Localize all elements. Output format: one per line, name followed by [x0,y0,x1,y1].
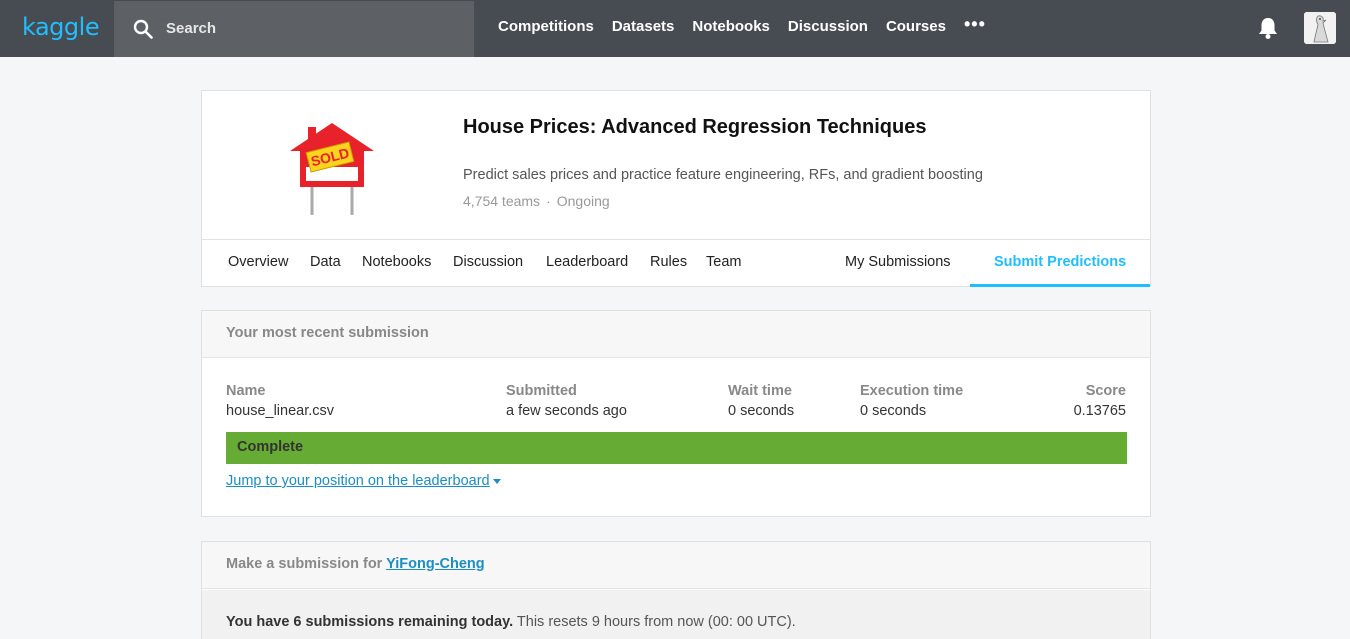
search-bar[interactable]: Search [114,1,474,57]
competition-tabs: Overview Data Notebooks Discussion Leade… [202,239,1150,287]
kaggle-logo[interactable]: kaggle [22,13,100,41]
username-link[interactable]: YiFong-Cheng [386,556,485,572]
recent-submission-heading: Your most recent submission [226,325,429,341]
tab-leaderboard[interactable]: Leaderboard [546,254,628,270]
remaining-text: You have 6 submissions remaining today. … [226,614,796,630]
nav-datasets[interactable]: Datasets [612,18,675,35]
nav-competitions[interactable]: Competitions [498,18,594,35]
tab-overview[interactable]: Overview [228,254,288,270]
submission-filename: house_linear.csv [226,403,335,419]
search-icon [133,19,153,39]
top-navigation-bar: kaggle Search Competitions Datasets Note… [0,0,1350,57]
notifications-bell-icon[interactable] [1257,16,1279,40]
tab-my-submissions[interactable]: My Submissions [845,254,951,270]
tab-rules[interactable]: Rules [650,254,687,270]
status-complete-bar: Complete [226,432,1127,464]
competition-status: Ongoing [556,193,610,209]
wait-time-column-header: Wait time [728,383,792,399]
jump-link-label: Jump to your position on the leaderboard [226,473,490,489]
recent-submission-header: Your most recent submission [202,311,1150,358]
make-submission-heading: Make a submission for YiFong-Cheng [226,556,485,572]
nav-discussion[interactable]: Discussion [788,18,868,35]
main-nav: Competitions Datasets Notebooks Discussi… [498,14,986,35]
tab-submit-predictions[interactable]: Submit Predictions [994,254,1126,270]
execution-time-value: 0 seconds [860,403,927,419]
reset-time-text: This resets 9 hours from now (00: 00 UTC… [513,614,796,630]
remaining-count-text: You have 6 submissions remaining today. [226,614,514,630]
more-menu-icon[interactable]: ••• [964,14,986,35]
status-label: Complete [237,439,304,455]
score-value: 0.13765 [1073,403,1126,419]
make-submission-header: Make a submission for YiFong-Cheng [202,542,1150,589]
recent-submission-card: Your most recent submission Name house_l… [201,310,1151,517]
nav-notebooks[interactable]: Notebooks [692,18,770,35]
search-placeholder: Search [166,20,217,37]
execution-time-column-header: Execution time [860,383,964,399]
score-column-header: Score [1085,383,1126,399]
tab-notebooks[interactable]: Notebooks [362,254,431,270]
competition-header-card: SOLD House Prices: Advanced Regression T… [201,90,1151,287]
tab-team[interactable]: Team [706,254,741,270]
jump-to-leaderboard-link[interactable]: Jump to your position on the leaderboard [226,473,501,489]
avatar-bird-icon [1304,12,1336,44]
wait-time-value: 0 seconds [728,403,795,419]
submitted-column-header: Submitted [506,383,577,399]
tab-data[interactable]: Data [310,254,341,270]
name-column-header: Name [226,383,266,399]
caret-down-icon [492,478,501,484]
make-submission-label: Make a submission for [226,556,383,572]
meta-separator: · [546,193,551,209]
make-submission-card: Make a submission for YiFong-Cheng You h… [201,541,1151,639]
user-avatar[interactable] [1304,12,1336,44]
tab-discussion[interactable]: Discussion [453,254,523,270]
teams-count: 4,754 teams [463,193,541,209]
competition-title: House Prices: Advanced Regression Techni… [463,116,927,138]
house-sold-logo-icon: SOLD [290,123,374,215]
submissions-remaining-notice: You have 6 submissions remaining today. … [202,590,1150,639]
active-tab-underline [970,284,1150,287]
competition-description: Predict sales prices and practice featur… [463,167,983,183]
nav-courses[interactable]: Courses [886,18,946,35]
competition-meta: 4,754 teams · Ongoing [463,193,610,209]
submitted-time: a few seconds ago [506,403,627,419]
